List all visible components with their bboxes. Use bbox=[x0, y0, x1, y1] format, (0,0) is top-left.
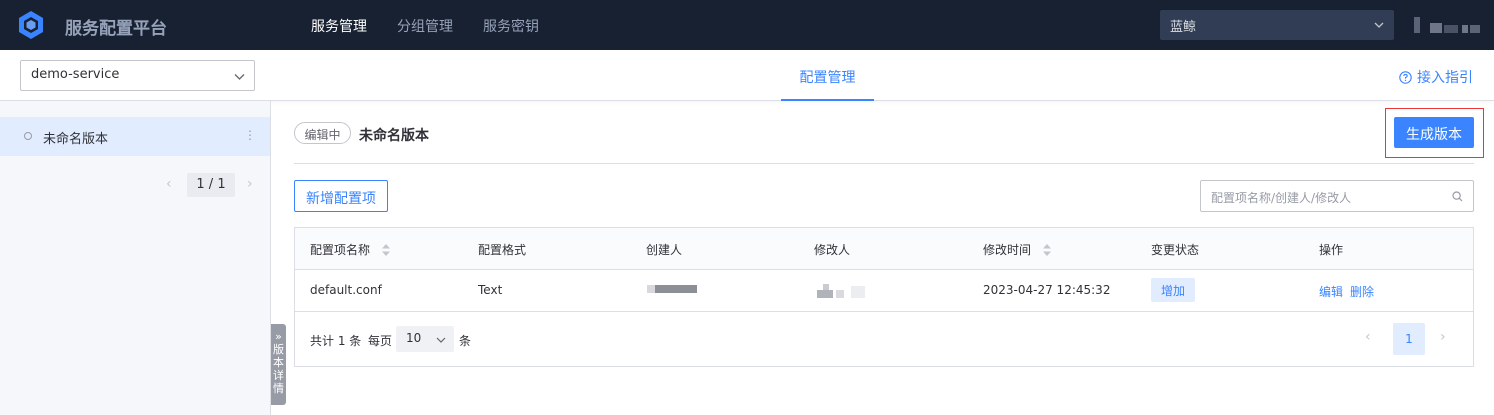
chevron-down-icon bbox=[436, 337, 446, 343]
nav-group-management[interactable]: 分组管理 bbox=[397, 16, 453, 36]
config-items-table: 配置项名称 配置格式 创建人 修改人 修改时间 变更状态 操作 default.… bbox=[294, 227, 1474, 367]
cube-logo-icon bbox=[19, 11, 43, 39]
chevron-down-icon bbox=[1374, 22, 1384, 28]
version-title: 未命名版本 bbox=[359, 128, 429, 144]
generate-version-button[interactable]: 生成版本 bbox=[1394, 117, 1474, 148]
column-header-actions: 操作 bbox=[1319, 243, 1344, 257]
page-size-value: 10 bbox=[406, 331, 422, 345]
column-header-name[interactable]: 配置项名称 bbox=[310, 241, 390, 258]
modified-time-cell: 2023-04-27 12:45:32 bbox=[983, 283, 1111, 297]
access-guide-link[interactable]: 接入指引 bbox=[1399, 67, 1473, 87]
user-avatar-blurred[interactable] bbox=[1414, 17, 1480, 33]
page-size-select[interactable]: 10 bbox=[396, 326, 454, 352]
per-page-label: 每页 bbox=[368, 334, 393, 348]
version-item-label: 未命名版本 bbox=[43, 132, 109, 147]
next-page-icon[interactable]: › bbox=[1440, 329, 1446, 345]
config-search-input[interactable]: 配置项名称/创建人/修改人 bbox=[1200, 180, 1474, 212]
table-pagination: 共计 1 条 每页 10 条 ‹ 1 › bbox=[295, 312, 1473, 367]
version-list-item[interactable]: 未命名版本 ⋮ bbox=[0, 117, 270, 156]
search-placeholder: 配置项名称/创建人/修改人 bbox=[1211, 191, 1352, 205]
per-page-unit: 条 bbox=[459, 334, 472, 348]
business-select[interactable]: 蓝鲸 bbox=[1160, 10, 1394, 40]
search-icon[interactable] bbox=[1452, 191, 1463, 202]
table-header: 配置项名称 配置格式 创建人 修改人 修改时间 变更状态 操作 bbox=[295, 228, 1473, 270]
column-header-creator: 创建人 bbox=[646, 243, 683, 257]
table-row: default.conf Text 2023-04-27 12:45:32 增加… bbox=[295, 270, 1473, 312]
column-header-modified-time[interactable]: 修改时间 bbox=[983, 241, 1051, 258]
app-title: 服务配置平台 bbox=[65, 19, 167, 39]
change-status-tag: 增加 bbox=[1151, 278, 1195, 302]
chevron-down-icon bbox=[234, 74, 245, 80]
sidebar-prev-page-icon[interactable]: ‹ bbox=[166, 176, 172, 192]
page-number-button[interactable]: 1 bbox=[1393, 323, 1425, 355]
sidebar-page-indicator: 1 / 1 bbox=[187, 173, 235, 197]
generate-button-highlight: 生成版本 bbox=[1385, 108, 1484, 158]
delete-link[interactable]: 删除 bbox=[1350, 283, 1374, 300]
service-select-value: demo-service bbox=[31, 67, 120, 82]
version-status-dot bbox=[24, 132, 32, 140]
add-config-item-button[interactable]: 新增配置项 bbox=[294, 180, 388, 212]
version-detail-label: 版本详情 bbox=[273, 343, 284, 395]
version-detail-toggle[interactable]: » 版本详情 bbox=[271, 324, 286, 405]
more-menu-icon[interactable]: ⋮ bbox=[244, 128, 256, 142]
column-header-modifier: 修改人 bbox=[814, 243, 851, 257]
version-sidebar: 未命名版本 ⋮ ‹ 1 / 1 › bbox=[0, 101, 271, 415]
nav-service-keys[interactable]: 服务密钥 bbox=[483, 16, 539, 36]
sidebar-next-page-icon[interactable]: › bbox=[247, 176, 253, 192]
divider bbox=[294, 163, 1474, 164]
config-format-cell: Text bbox=[478, 283, 503, 297]
nav-service-management[interactable]: 服务管理 bbox=[311, 16, 367, 36]
prev-page-icon[interactable]: ‹ bbox=[1365, 329, 1371, 345]
access-guide-label: 接入指引 bbox=[1417, 70, 1473, 86]
help-circle-icon bbox=[1399, 71, 1412, 84]
column-header-format: 配置格式 bbox=[478, 243, 527, 257]
top-navigation-bar: 服务配置平台 服务管理 分组管理 服务密钥 蓝鲸 bbox=[0, 0, 1494, 50]
business-select-value: 蓝鲸 bbox=[1170, 20, 1197, 35]
column-header-change-status: 变更状态 bbox=[1151, 243, 1200, 257]
sort-icon[interactable] bbox=[381, 244, 390, 256]
sort-icon[interactable] bbox=[1042, 244, 1051, 256]
tab-config-management[interactable]: 配置管理 bbox=[781, 50, 874, 101]
edit-link[interactable]: 编辑 bbox=[1319, 283, 1343, 300]
service-subheader: demo-service 配置管理 接入指引 bbox=[0, 50, 1494, 101]
editing-status-tag: 编辑中 bbox=[294, 122, 351, 144]
total-count: 共计 1 条 bbox=[310, 334, 362, 348]
config-name-cell: default.conf bbox=[310, 283, 382, 297]
double-chevron-right-icon: » bbox=[275, 330, 282, 343]
service-select[interactable]: demo-service bbox=[20, 60, 255, 91]
